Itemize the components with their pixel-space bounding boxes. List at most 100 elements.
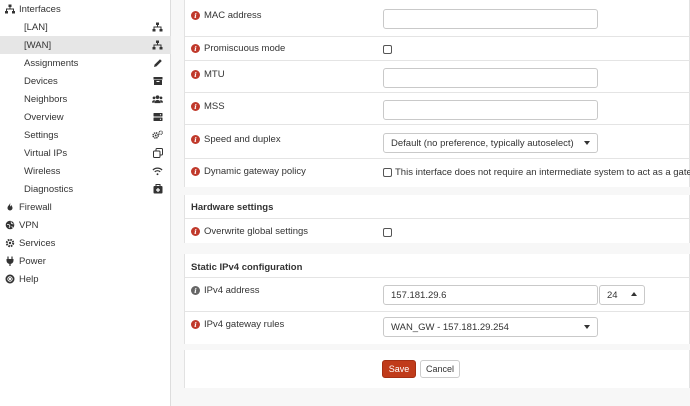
info-icon[interactable]: i — [191, 320, 200, 329]
overwrite-row: i Overwrite global settings — [185, 219, 690, 243]
info-icon[interactable]: i — [191, 102, 200, 111]
sidebar-item-lan[interactable]: [LAN] — [0, 18, 171, 36]
mtu-row: i MTU — [185, 61, 690, 93]
mac-address-row: i MAC address — [185, 0, 690, 37]
archive-icon — [152, 76, 163, 87]
sidebar-item-firewall[interactable]: Firewall — [0, 198, 171, 216]
gateway-policy-row: i Dynamic gateway policy This interface … — [185, 159, 690, 187]
hardware-settings-heading: Hardware settings — [191, 202, 274, 213]
interface-settings-panel: i MAC address i Promiscuous mode i MTU i… — [184, 0, 690, 187]
sidebar-item-neighbors[interactable]: Neighbors — [0, 90, 171, 108]
caret-down-icon — [584, 325, 590, 329]
sidebar-item-wan[interactable]: [WAN] — [0, 36, 171, 54]
gateway-rules-label: IPv4 gateway rules — [204, 319, 285, 330]
info-icon[interactable]: i — [191, 167, 200, 176]
info-icon[interactable]: i — [191, 227, 200, 236]
caret-up-icon — [631, 292, 637, 296]
info-icon[interactable]: i — [191, 135, 200, 144]
speed-duplex-row: i Speed and duplex Default (no preferenc… — [185, 125, 690, 159]
sidebar-item-label: Power — [19, 255, 46, 267]
mac-address-label: MAC address — [204, 10, 262, 21]
sidebar-item-label: Help — [19, 273, 39, 285]
sidebar-item-interfaces[interactable]: Interfaces — [0, 0, 171, 18]
speed-duplex-select[interactable]: Default (no preference, typically autose… — [383, 133, 598, 153]
sidebar-item-settings[interactable]: Settings — [0, 126, 171, 144]
ipv4-address-label: IPv4 address — [204, 285, 260, 296]
sidebar-item-label: Assignments — [24, 57, 79, 69]
cog-icon — [5, 238, 15, 248]
overwrite-checkbox[interactable] — [383, 228, 392, 237]
gateway-policy-checkbox[interactable] — [383, 168, 392, 177]
pencil-icon — [152, 58, 163, 69]
speed-duplex-value: Default (no preference, typically autose… — [391, 137, 574, 149]
sidebar-item-devices[interactable]: Devices — [0, 72, 171, 90]
hardware-heading-row: Hardware settings — [185, 195, 690, 219]
promiscuous-label: Promiscuous mode — [204, 43, 286, 54]
static-ipv4-panel: Static IPv4 configuration i IPv4 address… — [184, 254, 690, 344]
sidebar-item-services[interactable]: Services — [0, 234, 171, 252]
cogs-icon — [152, 130, 163, 141]
sidebar-item-label: [LAN] — [24, 21, 48, 33]
mtu-label: MTU — [204, 69, 225, 80]
sidebar-item-vpn[interactable]: VPN — [0, 216, 171, 234]
mss-label: MSS — [204, 101, 225, 112]
cancel-button[interactable]: Cancel — [420, 360, 460, 378]
sidebar-item-label: Diagnostics — [24, 183, 74, 195]
wifi-icon — [152, 166, 163, 177]
info-icon[interactable]: i — [191, 44, 200, 53]
sidebar-item-label: Virtual IPs — [24, 147, 68, 159]
info-icon[interactable]: i — [191, 11, 200, 20]
sidebar-item-label: Interfaces — [19, 3, 61, 15]
fire-icon — [5, 202, 15, 212]
sidebar-item-wireless[interactable]: Wireless — [0, 162, 171, 180]
sidebar-item-label: Services — [19, 237, 56, 249]
mac-address-input[interactable] — [383, 9, 598, 29]
medkit-icon — [152, 184, 163, 195]
static-ipv4-heading: Static IPv4 configuration — [191, 262, 303, 273]
info-icon[interactable]: i — [191, 70, 200, 79]
hardware-settings-panel: Hardware settings i Overwrite global set… — [184, 195, 690, 243]
mss-input[interactable] — [383, 100, 598, 120]
promiscuous-row: i Promiscuous mode — [185, 37, 690, 61]
sidebar-item-label: Neighbors — [24, 93, 68, 105]
plug-icon — [5, 256, 15, 266]
server-icon — [152, 112, 163, 123]
mss-row: i MSS — [185, 93, 690, 125]
lifebuoy-icon — [5, 274, 15, 284]
mtu-input[interactable] — [383, 68, 598, 88]
globe-icon — [5, 220, 15, 230]
caret-down-icon — [584, 141, 590, 145]
main-content: i MAC address i Promiscuous mode i MTU i… — [184, 0, 690, 406]
sidebar-item-label: Firewall — [19, 201, 52, 213]
info-icon[interactable]: i — [191, 286, 200, 295]
gateway-policy-label: Dynamic gateway policy — [204, 166, 306, 177]
promiscuous-checkbox[interactable] — [383, 45, 392, 54]
sidebar-item-power[interactable]: Power — [0, 252, 171, 270]
sidebar-item-label: Settings — [24, 129, 59, 141]
gateway-rules-value: WAN_GW - 157.181.29.254 — [391, 321, 509, 333]
ipv4-address-input[interactable]: 157.181.29.6 — [383, 285, 598, 305]
sidebar-item-label: Devices — [24, 75, 58, 87]
static-heading-row: Static IPv4 configuration — [185, 254, 690, 278]
sidebar-item-label: VPN — [19, 219, 39, 231]
gateway-policy-text: This interface does not require an inter… — [395, 167, 690, 178]
sidebar-item-help[interactable]: Help — [0, 270, 171, 288]
sidebar-item-label: [WAN] — [24, 39, 52, 51]
sitemap-icon — [152, 22, 163, 33]
sidebar-item-label: Wireless — [24, 165, 61, 177]
gateway-rules-select[interactable]: WAN_GW - 157.181.29.254 — [383, 317, 598, 337]
sidebar-item-overview[interactable]: Overview — [0, 108, 171, 126]
sidebar-item-label: Overview — [24, 111, 64, 123]
sidebar-item-assignments[interactable]: Assignments — [0, 54, 171, 72]
ipv4-prefix-select[interactable]: 24 — [599, 285, 645, 305]
clone-icon — [152, 148, 163, 159]
ipv4-address-row: i IPv4 address 157.181.29.6 24 — [185, 278, 690, 312]
overwrite-label: Overwrite global settings — [204, 226, 309, 237]
sidebar-item-virtual-ips[interactable]: Virtual IPs — [0, 144, 171, 162]
sitemap-icon — [5, 4, 15, 14]
save-button[interactable]: Save — [382, 360, 416, 378]
sidebar: Interfaces [LAN] [WAN] Assignments Devic… — [0, 0, 171, 406]
sidebar-item-diagnostics[interactable]: Diagnostics — [0, 180, 171, 198]
ipv4-prefix-value: 24 — [607, 289, 618, 301]
speed-duplex-label: Speed and duplex — [204, 134, 281, 145]
